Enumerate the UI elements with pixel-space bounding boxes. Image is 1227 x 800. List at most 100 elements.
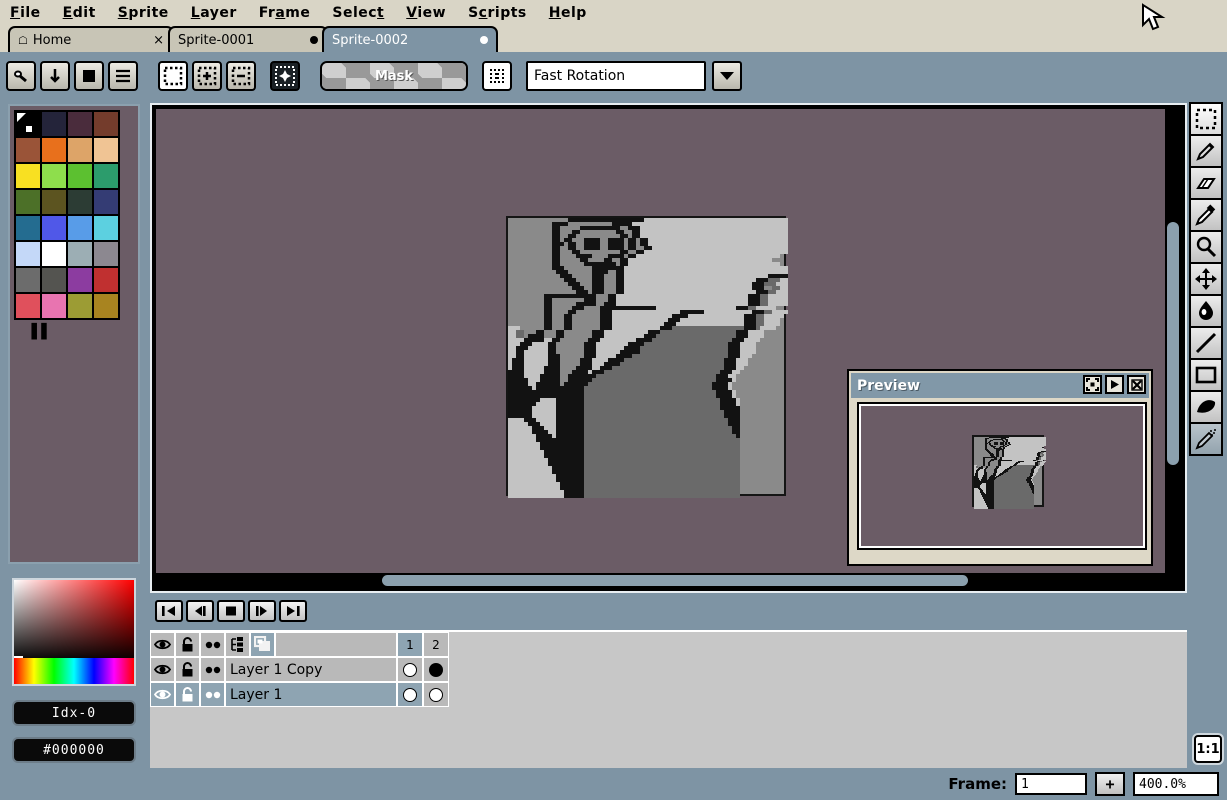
menu-select[interactable]: Select <box>330 5 386 21</box>
onion-skin-icon[interactable] <box>225 632 250 657</box>
palette-swatch-12[interactable] <box>15 189 41 215</box>
palette-swatch-27[interactable] <box>93 267 119 293</box>
palette-swatch-0[interactable] <box>15 111 41 137</box>
timeline-cel[interactable] <box>423 682 449 707</box>
lock-edit-icon[interactable] <box>175 632 200 657</box>
menu-edit[interactable]: Edit <box>61 5 98 21</box>
palette-swatch-13[interactable] <box>41 189 67 215</box>
hex-color-display[interactable]: #000000 <box>12 737 136 763</box>
pixel-perfect-grid-icon[interactable] <box>482 61 512 91</box>
stop-button[interactable] <box>217 600 245 622</box>
brush-square-icon[interactable] <box>74 61 104 91</box>
palette-swatch-30[interactable] <box>67 293 93 319</box>
zoom-tool[interactable] <box>1189 230 1223 264</box>
saturation-value-area[interactable] <box>14 580 134 665</box>
eye-visibility-icon[interactable] <box>150 682 175 707</box>
layer-name[interactable]: Layer 1 <box>225 682 397 707</box>
brush-menu-icon[interactable] <box>108 61 138 91</box>
color-picker[interactable] <box>12 578 136 753</box>
palette-swatch-11[interactable] <box>93 163 119 189</box>
palette-swatch-9[interactable] <box>41 163 67 189</box>
paint-bucket-tool[interactable] <box>1189 294 1223 328</box>
eye-visibility-icon[interactable] <box>150 632 175 657</box>
vertical-scrollbar-thumb[interactable] <box>1167 222 1179 465</box>
sprite-canvas[interactable] <box>506 216 788 498</box>
brush-size-down-icon[interactable] <box>40 61 70 91</box>
palette-swatch-21[interactable] <box>41 241 67 267</box>
palette-swatch-23[interactable] <box>93 241 119 267</box>
menu-file[interactable]: File <box>8 5 43 21</box>
timeline-layer-row[interactable]: Layer 1 Copy <box>150 657 449 682</box>
add-frame-button[interactable]: + <box>1095 772 1125 796</box>
selection-subtract-icon[interactable] <box>226 61 256 91</box>
palette-index-display[interactable]: Idx-0 <box>12 700 136 726</box>
palette-swatch-31[interactable] <box>93 293 119 319</box>
go-to-first-frame-button[interactable] <box>155 600 183 622</box>
menu-layer[interactable]: Layer <box>189 5 239 21</box>
palette-swatch-26[interactable] <box>67 267 93 293</box>
layer-name[interactable]: Layer 1 Copy <box>225 657 397 682</box>
vertical-scrollbar[interactable] <box>1165 109 1181 575</box>
preview-viewport[interactable] <box>857 402 1147 550</box>
tab-modified-dot-icon[interactable] <box>296 33 318 48</box>
move-tool[interactable] <box>1189 262 1223 296</box>
continuous-icon[interactable] <box>200 657 225 682</box>
menu-help[interactable]: Help <box>547 5 589 21</box>
palette-swatch-22[interactable] <box>67 241 93 267</box>
eyedropper-tool[interactable] <box>1189 198 1223 232</box>
zoom-level-display[interactable]: 400.0% <box>1133 772 1219 796</box>
pencil-tool[interactable] <box>1189 134 1223 168</box>
palette-swatch-5[interactable] <box>41 137 67 163</box>
menu-scripts[interactable]: Scripts <box>466 5 529 21</box>
timeline-layer-row[interactable]: Layer 1 <box>150 682 449 707</box>
brush-preset-icon[interactable] <box>6 61 36 91</box>
layer-group-icon[interactable] <box>250 632 275 657</box>
palette-swatch-18[interactable] <box>67 215 93 241</box>
tab-modified-dot-icon[interactable] <box>466 33 488 48</box>
palette-swatch-4[interactable] <box>15 137 41 163</box>
selection-intersect-icon[interactable] <box>270 61 300 91</box>
selection-add-icon[interactable] <box>192 61 222 91</box>
palette-swatch-14[interactable] <box>67 189 93 215</box>
eraser-tool[interactable] <box>1189 166 1223 200</box>
tab-sprite-0001[interactable]: Sprite-0001 <box>168 26 328 52</box>
rotation-mode-select[interactable]: Fast Rotation <box>526 61 706 91</box>
selection-replace-icon[interactable] <box>158 61 188 91</box>
tab-sprite-0002[interactable]: Sprite-0002 <box>322 26 498 52</box>
preview-close-button[interactable] <box>1127 375 1146 394</box>
frame-header-2[interactable]: 2 <box>423 632 449 657</box>
menu-view[interactable]: View <box>404 5 448 21</box>
go-to-next-frame-button[interactable] <box>248 600 276 622</box>
mask-button[interactable]: Mask <box>320 61 468 91</box>
hue-slider[interactable] <box>14 658 134 753</box>
menu-frame[interactable]: Frame <box>257 5 313 21</box>
horizontal-scrollbar-thumb[interactable] <box>382 575 968 586</box>
palette-swatch-3[interactable] <box>93 111 119 137</box>
palette-swatch-19[interactable] <box>93 215 119 241</box>
timeline-cel[interactable] <box>397 657 423 682</box>
rectangular-marquee-tool[interactable] <box>1189 102 1223 136</box>
continuous-icon[interactable] <box>200 632 225 657</box>
eye-visibility-icon[interactable] <box>150 657 175 682</box>
palette-swatch-10[interactable] <box>67 163 93 189</box>
horizontal-scrollbar[interactable] <box>156 573 1168 587</box>
palette-grid[interactable] <box>14 110 120 320</box>
rectangle-tool[interactable] <box>1189 358 1223 392</box>
lock-edit-icon[interactable] <box>175 682 200 707</box>
palette-swatch-16[interactable] <box>15 215 41 241</box>
continuous-icon[interactable] <box>200 682 225 707</box>
go-to-previous-frame-button[interactable] <box>186 600 214 622</box>
palette-swatch-7[interactable] <box>93 137 119 163</box>
zoom-one-to-one-button[interactable]: 1:1 <box>1194 735 1222 763</box>
menu-sprite[interactable]: Sprite <box>116 5 171 21</box>
preview-window[interactable]: Preview <box>847 369 1153 566</box>
palette-swatch-29[interactable] <box>41 293 67 319</box>
line-tool[interactable] <box>1189 326 1223 360</box>
preview-play-button[interactable] <box>1105 375 1124 394</box>
frame-number-input[interactable]: 1 <box>1015 773 1087 795</box>
chevron-down-icon[interactable] <box>712 61 742 91</box>
tab-close-icon[interactable]: × <box>139 33 164 48</box>
tab-home[interactable]: ☖ Home × <box>8 26 174 52</box>
palette-swatch-8[interactable] <box>15 163 41 189</box>
go-to-last-frame-button[interactable] <box>279 600 307 622</box>
